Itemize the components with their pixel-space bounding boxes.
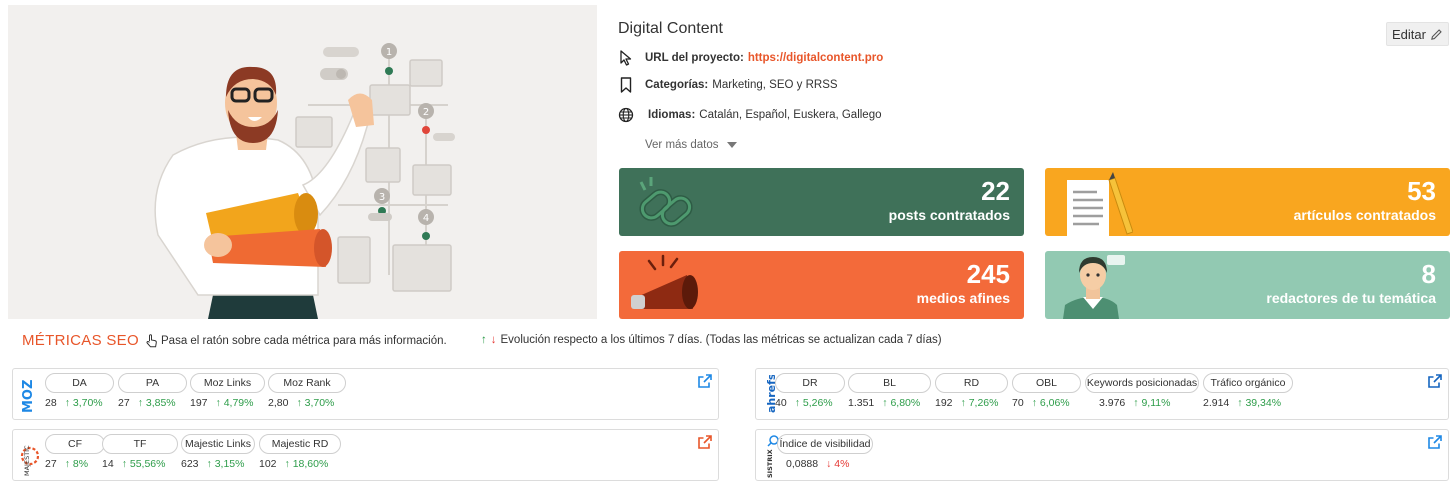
caret-down-icon xyxy=(726,142,737,148)
metric-pill: DA xyxy=(45,373,114,393)
categories-value: Marketing, SEO y RRSS xyxy=(712,79,838,91)
svg-text:4: 4 xyxy=(423,213,429,224)
megaphone-icon xyxy=(631,254,698,309)
metric-bl[interactable]: BL 1.351 ↑ 6,80% xyxy=(848,373,931,409)
posts-label: posts contratados xyxy=(888,207,1010,223)
metric-pa[interactable]: PA 27 ↑ 3,85% xyxy=(118,373,187,409)
metric-da[interactable]: DA 28 ↑ 3,70% xyxy=(45,373,114,409)
metric-pill: Majestic RD xyxy=(259,434,341,454)
metric-pill: BL xyxy=(848,373,931,393)
down-arrow-icon: ↓ xyxy=(490,334,497,346)
languages-row: Idiomas: Catalán, Español, Euskera, Gall… xyxy=(618,107,882,123)
writers-count: 8 xyxy=(1421,259,1436,289)
metric-dr[interactable]: DR 40 ↑ 5,26% xyxy=(775,373,845,409)
metric-organic-traffic[interactable]: Tráfico orgánico 2.914 ↑ 39,34% xyxy=(1203,373,1293,409)
metric-majestic-rd[interactable]: Majestic RD 102 ↑ 18,60% xyxy=(259,434,341,470)
writers-label: redactores de tu temática xyxy=(1266,290,1436,306)
categories-label: Categorías: xyxy=(645,79,709,91)
project-url-link[interactable]: https://digitalcontent.pro xyxy=(748,52,883,64)
media-count: 245 xyxy=(966,259,1010,289)
svg-text:3: 3 xyxy=(379,192,385,203)
illustration-svg: 1 2 3 4 xyxy=(154,43,455,319)
writer-avatar-icon xyxy=(1063,255,1125,319)
edit-button[interactable]: Editar xyxy=(1386,22,1449,46)
metric-moz-links[interactable]: Moz Links 197 ↑ 4,79% xyxy=(190,373,265,409)
metric-pill: CF xyxy=(45,434,105,454)
metric-pill: TF xyxy=(102,434,178,454)
up-arrow-icon: ↑ xyxy=(481,334,487,346)
metric-pill: Moz Links xyxy=(190,373,265,393)
evolution-legend: ↑ ↓ Evolución respecto a los últimos 7 d… xyxy=(481,334,942,346)
document-pencil-icon xyxy=(1067,172,1133,236)
metrics-title: MÉTRICAS SEO xyxy=(22,332,139,349)
metric-pill: Majestic Links xyxy=(181,434,255,454)
external-link-icon[interactable] xyxy=(698,435,712,449)
majestic-logo: MAJESTIC xyxy=(15,434,41,478)
card-writers: 8 redactores de tu temática xyxy=(1045,251,1450,319)
pointer-hand-icon xyxy=(146,334,157,348)
majestic-brand: MAJESTIC xyxy=(23,445,31,476)
external-link-icon[interactable] xyxy=(1428,435,1442,449)
metric-pill: Moz Rank xyxy=(268,373,346,393)
url-label: URL del proyecto: xyxy=(645,52,744,64)
project-title: Digital Content xyxy=(618,20,723,37)
external-link-icon[interactable] xyxy=(1428,374,1442,388)
card-posts: 22 posts contratados xyxy=(619,168,1024,236)
cursor-icon xyxy=(618,50,634,66)
categories-row: Categorías: Marketing, SEO y RRSS xyxy=(618,77,838,93)
external-link-icon[interactable] xyxy=(698,374,712,388)
svg-text:1: 1 xyxy=(386,47,392,58)
moz-brand: MOZ xyxy=(21,380,35,413)
metrics-hint-text: Pasa el ratón sobre cada métrica para má… xyxy=(161,335,447,347)
metric-pill: OBL xyxy=(1012,373,1081,393)
show-more-toggle[interactable]: Ver más datos xyxy=(645,139,737,151)
pencil-icon xyxy=(1431,28,1442,40)
metric-moz-rank[interactable]: Moz Rank 2,80 ↑ 3,70% xyxy=(268,373,346,409)
card-media: 245 medios afines xyxy=(619,251,1024,319)
svg-text:2: 2 xyxy=(423,107,429,118)
metric-pill: Tráfico orgánico xyxy=(1203,373,1293,393)
metric-pill: PA xyxy=(118,373,187,393)
evolution-text: Evolución respecto a los últimos 7 días.… xyxy=(500,334,942,346)
media-label: medios afines xyxy=(916,290,1010,306)
articles-label: artículos contratados xyxy=(1293,207,1436,223)
sistrix-brand: SISTRIX xyxy=(766,449,774,478)
metric-pill: DR xyxy=(775,373,845,393)
edit-label: Editar xyxy=(1392,26,1426,42)
card-articles: 53 artículos contratados xyxy=(1045,168,1450,236)
metrics-hint: Pasa el ratón sobre cada métrica para má… xyxy=(146,334,447,348)
metric-obl[interactable]: OBL 70 ↑ 6,06% xyxy=(1012,373,1081,409)
posts-count: 22 xyxy=(981,176,1010,206)
moz-metrics-panel: MOZ DA 28 ↑ 3,70% PA 27 ↑ 3,85% Moz Links … xyxy=(12,368,719,420)
majestic-metrics-panel: MAJESTIC CF 27 ↑ 8% TF 14 ↑ 55,56% Majesti… xyxy=(12,429,719,481)
metric-majestic-links[interactable]: Majestic Links 623 ↑ 3,15% xyxy=(181,434,255,470)
metric-cf[interactable]: CF 27 ↑ 8% xyxy=(45,434,105,470)
metric-pill: Keywords posicionadas xyxy=(1085,373,1199,393)
metric-pill: RD xyxy=(935,373,1008,393)
chain-link-icon xyxy=(639,177,693,227)
hero-illustration: 1 2 3 4 xyxy=(8,5,597,319)
show-more-label: Ver más datos xyxy=(645,139,719,151)
ahrefs-metrics-panel: ahrefs DR 40 ↑ 5,26% BL 1.351 ↑ 6,80% RD 1… xyxy=(755,368,1449,420)
languages-value: Catalán, Español, Euskera, Gallego xyxy=(699,109,882,121)
articles-count: 53 xyxy=(1407,176,1436,206)
metric-tf[interactable]: TF 14 ↑ 55,56% xyxy=(102,434,178,470)
metric-pill: Índice de visibilidad xyxy=(777,434,873,454)
metric-rd[interactable]: RD 192 ↑ 7,26% xyxy=(935,373,1008,409)
metric-visibility-index[interactable]: Índice de visibilidad 0,0888 ↓ 4% xyxy=(777,434,873,470)
languages-label: Idiomas: xyxy=(648,109,696,121)
bookmark-icon xyxy=(618,77,634,93)
moz-logo: MOZ xyxy=(15,373,41,417)
sistrix-metrics-panel: SISTRIX Índice de visibilidad 0,0888 ↓ 4% xyxy=(755,429,1449,481)
metric-keywords[interactable]: Keywords posicionadas 3.976 ↑ 9,11% xyxy=(1085,373,1199,409)
project-url-row: URL del proyecto: https://digitalcontent… xyxy=(618,50,883,66)
globe-icon xyxy=(618,107,634,123)
